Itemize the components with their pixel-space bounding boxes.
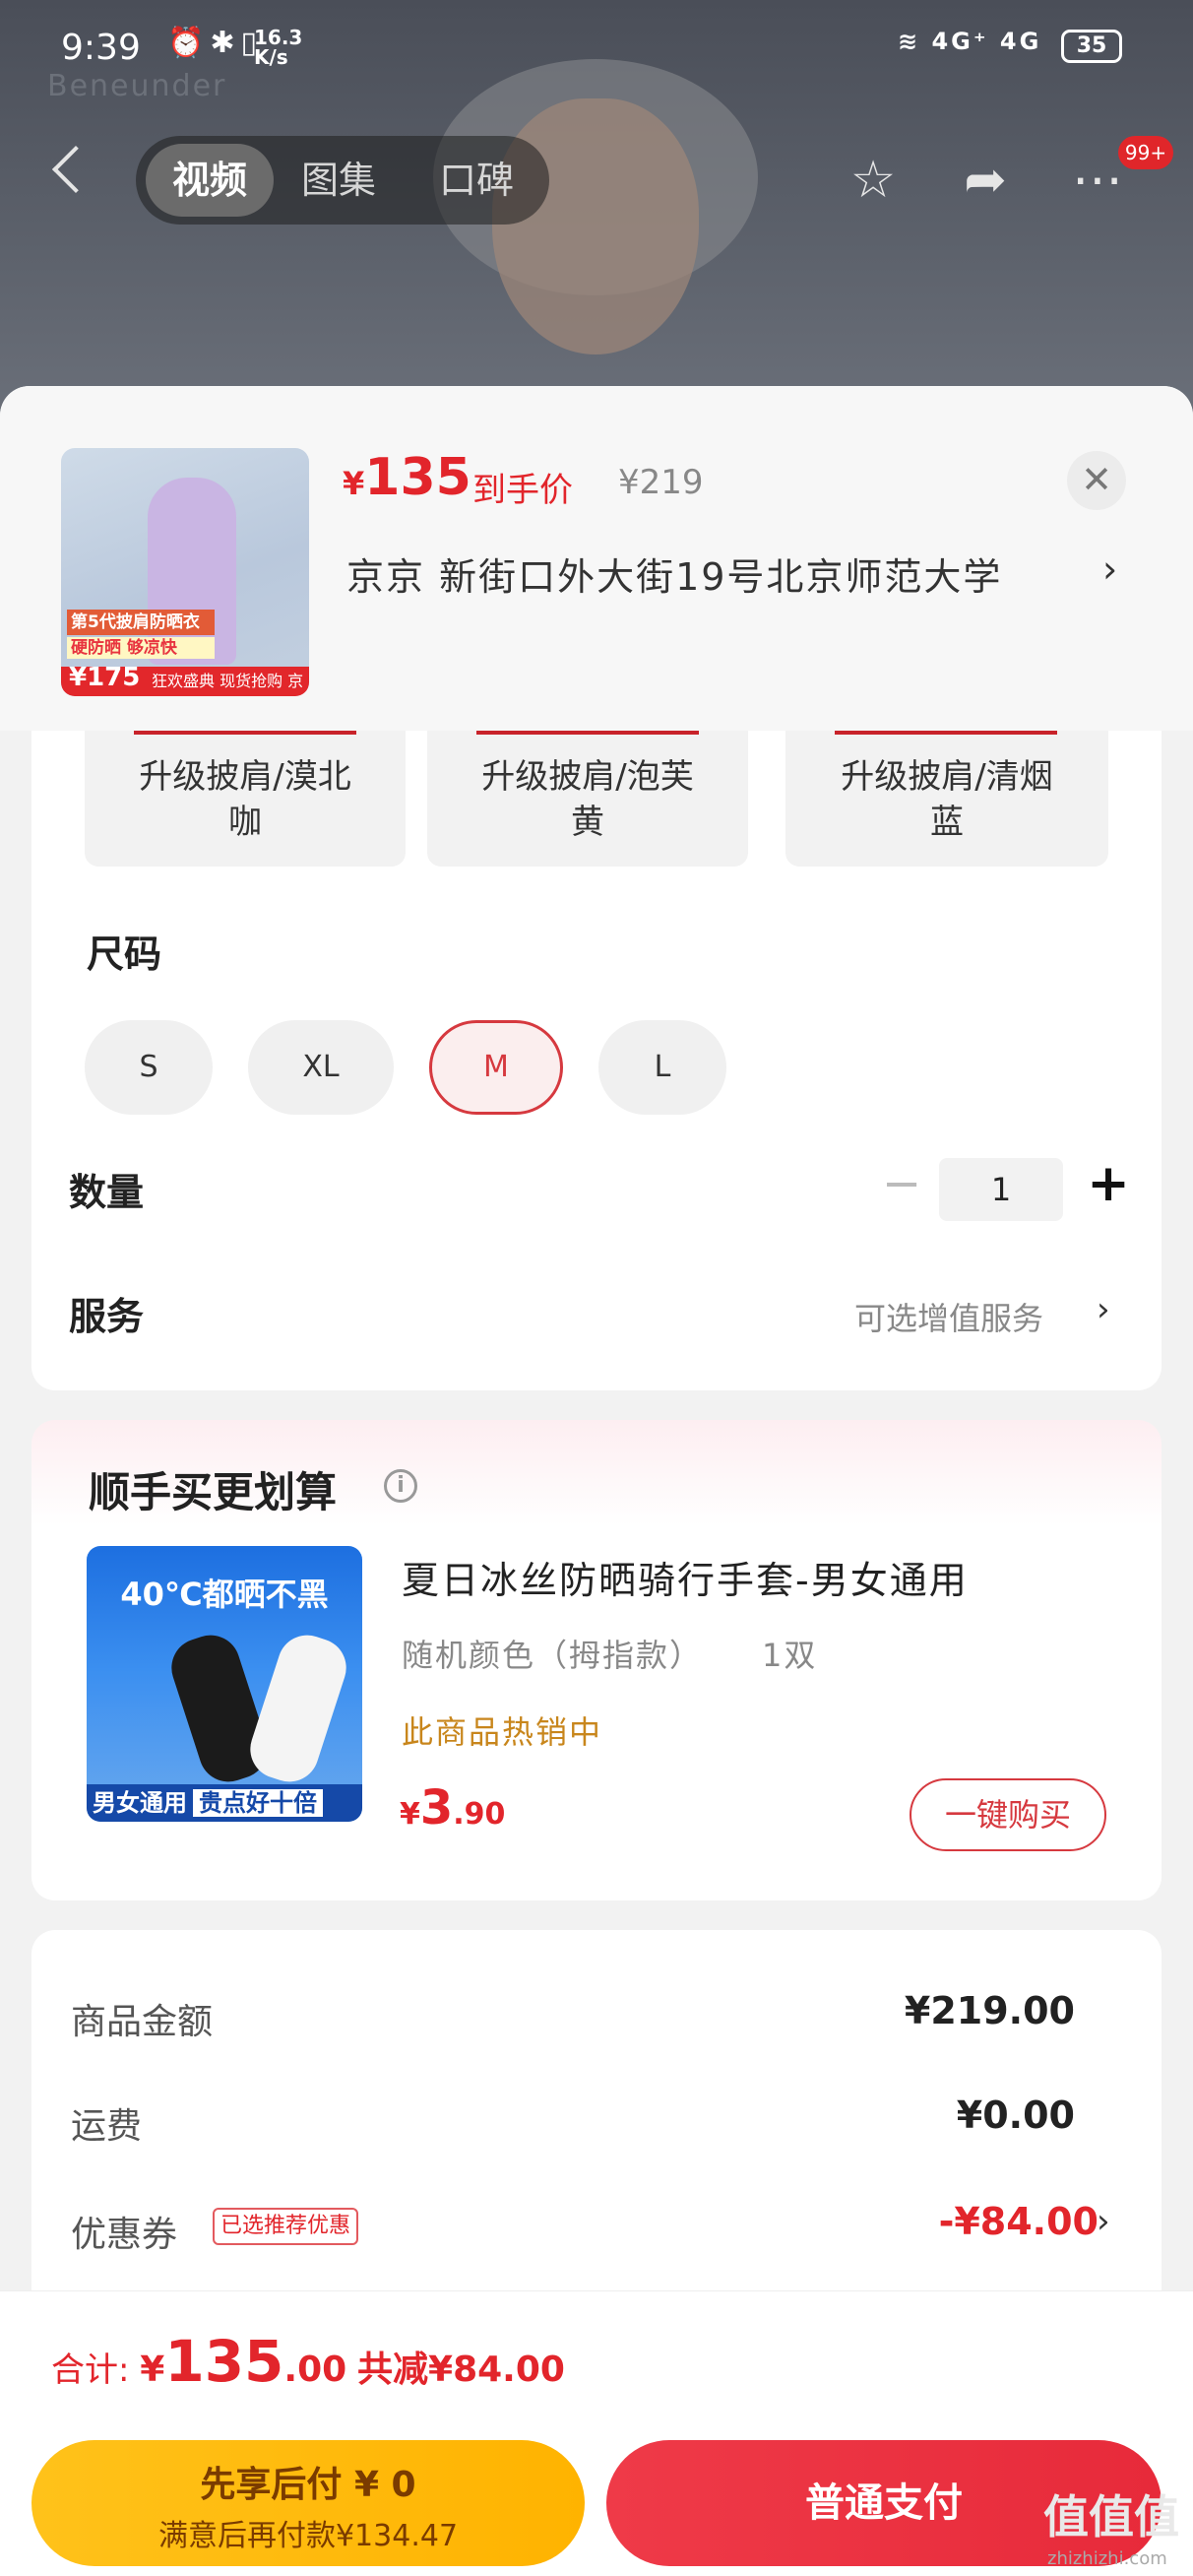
coupon-tag: 已选推荐优惠 xyxy=(213,2208,359,2245)
goods-amount-label: 商品金额 xyxy=(71,2002,214,2042)
color-option-yellow[interactable]: 升级披肩/泡芙 黄 xyxy=(427,731,748,867)
watermark-logo: 值值值 xyxy=(1043,2490,1179,2544)
quantity-label: 数量 xyxy=(69,1171,145,1214)
service-value[interactable]: 可选增值服务 xyxy=(854,1294,1043,1339)
color-option-blue[interactable]: 升级披肩/清烟 蓝 xyxy=(785,731,1108,867)
size-option-xl[interactable]: XL xyxy=(248,1020,394,1115)
tab-gallery[interactable]: 图集 xyxy=(301,144,376,217)
star-icon[interactable]: ☆ xyxy=(839,146,908,215)
signal-icons: ≋ 4G⁺ 4G xyxy=(898,28,1042,55)
white-sleeve xyxy=(242,1627,354,1790)
size-option-l[interactable]: L xyxy=(598,1020,726,1115)
coupon-value[interactable]: -¥84.00 xyxy=(939,2200,1099,2243)
model-face xyxy=(492,98,699,354)
tab-video[interactable]: 视频 xyxy=(146,144,274,217)
addon-title: 顺手买更划算 xyxy=(89,1468,338,1516)
size-option-s[interactable]: S xyxy=(85,1020,213,1115)
addon-product-spec: 随机颜色（拇指款） 1双 xyxy=(402,1637,818,1674)
close-icon[interactable]: ✕ xyxy=(1067,451,1126,510)
shipping-value: ¥0.00 xyxy=(956,2093,1075,2137)
message-badge: 99+ xyxy=(1118,136,1173,169)
one-click-buy-button[interactable]: 一键购买 xyxy=(910,1778,1106,1851)
shipping-label: 运费 xyxy=(71,2106,143,2147)
size-option-m-selected[interactable]: M xyxy=(429,1020,563,1115)
color-option-khaki[interactable]: 升级披肩/漠北 咖 xyxy=(85,731,406,867)
final-price: ¥135 xyxy=(343,448,471,507)
delivery-address[interactable]: 京京 新街口外大街19号北京师范大学 xyxy=(346,547,1114,601)
thumbnail-subline: 硬防晒 够凉快 xyxy=(67,637,215,659)
brand-logo-faint: Beneunder xyxy=(47,69,227,103)
status-time: 9:39 xyxy=(61,28,141,68)
network-speed: 16.3 K/s xyxy=(254,26,303,69)
quantity-input[interactable]: 1 xyxy=(939,1158,1063,1221)
total-amount: 合计: ¥135.00 共减¥84.00 xyxy=(51,2328,565,2395)
addon-product-name[interactable]: 夏日冰丝防晒骑行手套-男女通用 xyxy=(402,1550,969,1604)
product-thumbnail: 第5代披肩防晒衣 硬防晒 够凉快 狂欢盛典 现货抢购 京东 ¥175 xyxy=(61,448,309,696)
addon-hot-label: 此商品热销中 xyxy=(402,1713,603,1751)
color-option-label: 升级披肩/清烟 蓝 xyxy=(841,757,1053,842)
color-option-label: 升级披肩/漠北 咖 xyxy=(139,757,351,842)
share-icon[interactable]: ➦ xyxy=(951,146,1020,215)
plus-icon[interactable]: + xyxy=(1085,1158,1132,1209)
coupon-label: 优惠券 xyxy=(71,2215,178,2255)
minus-icon[interactable]: − xyxy=(882,1160,921,1207)
thumbnail-price: ¥175 xyxy=(69,663,141,692)
pay-later-button[interactable]: 先享后付 ¥ 0 满意后再付款¥134.47 xyxy=(31,2440,585,2566)
tab-reviews[interactable]: 口碑 xyxy=(439,144,514,217)
addon-product-image[interactable]: 40℃都晒不黑 男女通用 贵点好十倍 xyxy=(87,1546,362,1822)
chevron-right-icon[interactable]: › xyxy=(1097,2202,1110,2241)
watermark-domain: zhizhizhi.com xyxy=(1047,2548,1167,2569)
wifi-icon: ≋ xyxy=(898,28,921,55)
service-label: 服务 xyxy=(69,1295,145,1338)
info-icon[interactable]: i xyxy=(384,1469,417,1503)
size-title: 尺码 xyxy=(87,933,162,976)
chevron-right-icon[interactable]: › xyxy=(1097,1290,1110,1329)
addon-image-footer: 男女通用 贵点好十倍 xyxy=(87,1784,362,1822)
chevron-right-icon[interactable]: › xyxy=(1102,547,1117,591)
color-option-label: 升级披肩/泡芙 黄 xyxy=(481,757,694,842)
addon-image-headline: 40℃都晒不黑 xyxy=(120,1576,329,1613)
thumbnail-headline: 第5代披肩防晒衣 xyxy=(67,610,215,635)
goods-amount-value: ¥219.00 xyxy=(904,1989,1075,2032)
battery-icon: 35 xyxy=(1061,30,1122,63)
pay-later-title: 先享后付 ¥ 0 xyxy=(200,2465,416,2505)
original-price: ¥219 xyxy=(618,463,704,502)
addon-price: ¥3.90 xyxy=(400,1780,506,1835)
pay-later-subtitle: 满意后再付款¥134.47 xyxy=(157,2519,459,2553)
final-price-label: 到手价 xyxy=(472,471,573,510)
status-icons-left: ⏰✱▯ xyxy=(167,26,263,60)
